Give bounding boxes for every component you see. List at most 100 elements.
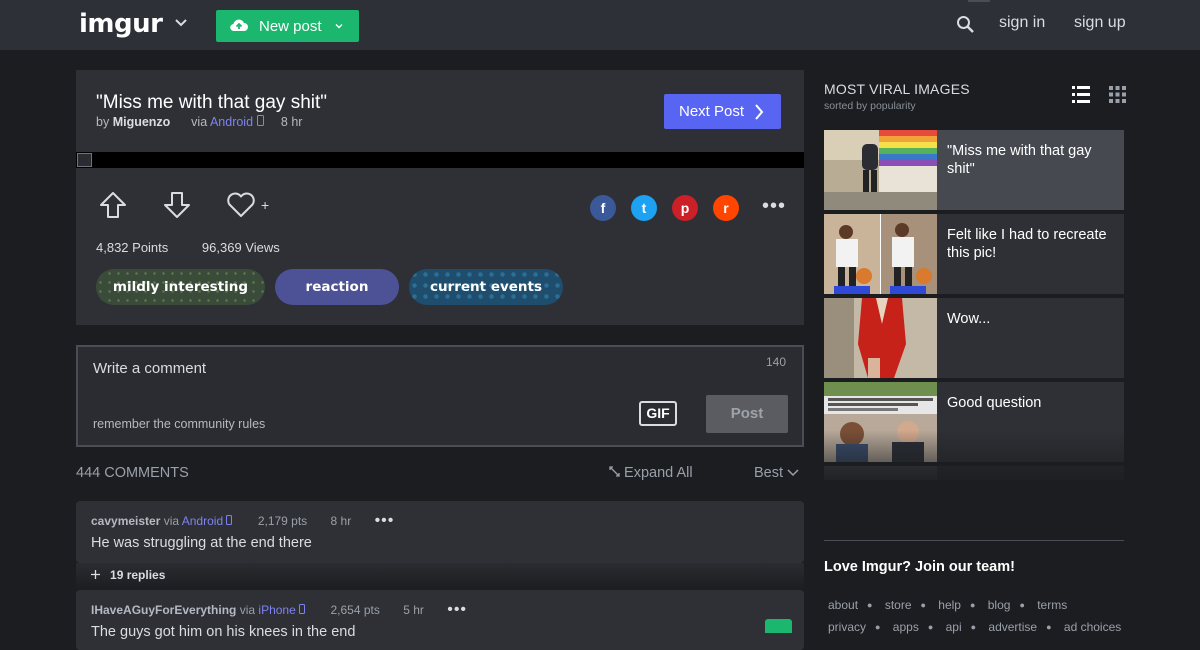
new-post-label: New post — [259, 18, 322, 35]
sign-in-link[interactable]: sign in — [999, 14, 1045, 32]
post-meta: by Miguenzo via Android 8 hr — [96, 115, 302, 129]
comment-input[interactable]: Write a comment — [93, 360, 206, 377]
more-options-icon[interactable]: ••• — [762, 196, 786, 216]
comment-author[interactable]: IHaveAGuyForEverything — [91, 603, 236, 617]
footer-link-api[interactable]: api — [946, 620, 962, 634]
footer-link-about[interactable]: about — [828, 598, 858, 612]
replies-bar — [76, 563, 804, 590]
post-stats: 4,832 Points 96,369 Views — [96, 240, 280, 255]
comment-age: 5 hr — [403, 603, 424, 617]
post-media[interactable] — [76, 152, 804, 168]
sidebar-divider — [824, 540, 1124, 541]
viral-item-title: Good question — [947, 395, 1042, 411]
plus-icon — [91, 570, 100, 579]
comment-item: cavymeister via Android 2,179 pts 8 hr •… — [76, 501, 804, 563]
footer-link-terms[interactable]: terms — [1037, 598, 1067, 612]
comment-platform[interactable]: iPhone — [258, 603, 295, 617]
post-comment-button[interactable]: Post — [706, 395, 788, 433]
comment-header: cavymeister via Android 2,179 pts 8 hr •… — [91, 512, 394, 530]
post-author[interactable]: Miguenzo — [113, 115, 171, 129]
cloud-upload-icon — [230, 19, 248, 32]
comment-text: The guys got him on his knees in the end — [91, 624, 356, 640]
chevron-right-icon — [755, 104, 764, 120]
tag-current-events[interactable]: current events — [409, 269, 563, 305]
twitter-share-icon[interactable]: t — [631, 195, 657, 221]
footer-link-help[interactable]: help — [938, 598, 961, 612]
chevron-down-icon — [787, 469, 799, 477]
expand-icon — [609, 466, 620, 477]
grid-view-icon[interactable] — [1109, 86, 1126, 103]
comment-options-icon[interactable]: ••• — [375, 512, 395, 529]
list-fade — [824, 430, 1124, 490]
replies-count: 19 replies — [110, 568, 166, 582]
reddit-share-icon[interactable]: r — [713, 195, 739, 221]
phone-icon — [256, 115, 264, 126]
gif-button[interactable]: GIF — [639, 401, 677, 426]
new-post-button[interactable]: New post — [216, 10, 359, 42]
footer-link-advertise[interactable]: advertise — [988, 620, 1037, 634]
join-team-link[interactable]: Love Imgur? Join our team! — [824, 559, 1015, 575]
tag-mildly-interesting[interactable]: mildly interesting — [96, 269, 265, 305]
post-card: "Miss me with that gay shit" by Miguenzo… — [76, 70, 804, 325]
viral-item[interactable]: "Miss me with that gay shit" — [824, 130, 1124, 210]
pinterest-share-icon[interactable]: p — [672, 195, 698, 221]
sidebar-subtitle: sorted by popularity — [824, 100, 916, 112]
footer-link-apps[interactable]: apps — [893, 620, 919, 634]
next-post-button[interactable]: Next Post — [664, 94, 781, 129]
sidebar-title: MOST VIRAL IMAGES — [824, 81, 970, 97]
views-count: 96,369 Views — [201, 240, 280, 255]
comment-points: 2,179 pts — [257, 514, 308, 528]
by-prefix: by — [96, 115, 110, 129]
footer-link-blog[interactable]: blog — [988, 598, 1011, 612]
footer-link-store[interactable]: store — [885, 598, 912, 612]
broken-image-icon — [77, 153, 92, 167]
comment-header: IHaveAGuyForEverything via iPhone 2,654 … — [91, 601, 467, 619]
footer-link-ad-choices[interactable]: ad choices — [1064, 620, 1121, 634]
footer-link-privacy[interactable]: privacy — [828, 620, 866, 634]
favorite-plus[interactable]: + — [261, 197, 269, 213]
char-limit: 140 — [765, 355, 786, 369]
via-prefix: via — [191, 115, 208, 129]
downvote-icon[interactable] — [162, 190, 192, 220]
top-navigation-bar: imgur New post sign in sign up — [0, 0, 1200, 50]
comment-options-icon[interactable]: ••• — [447, 601, 467, 618]
comment-platform[interactable]: Android — [182, 514, 223, 528]
expand-all-button[interactable]: Expand All — [609, 465, 693, 481]
post-age: 8 hr — [280, 115, 303, 129]
chevron-down-icon[interactable] — [173, 15, 189, 31]
heart-icon[interactable] — [226, 192, 256, 218]
sign-up-link[interactable]: sign up — [1074, 14, 1126, 32]
comment-author[interactable]: cavymeister — [91, 514, 160, 528]
sort-label: Best — [754, 465, 784, 481]
viral-item-title: "Miss me with that gay shit" — [947, 143, 1092, 177]
viral-item[interactable]: Felt like I had to recreate this pic! — [824, 214, 1124, 294]
phone-icon — [226, 515, 233, 525]
viral-item[interactable]: Wow... — [824, 298, 1124, 378]
viral-item-title: Felt like I had to recreate this pic! — [947, 227, 1107, 261]
facebook-share-icon[interactable]: f — [590, 195, 616, 221]
footer-links: about ● store ● help ● blog ● terms — [828, 598, 1068, 612]
top-indicator — [968, 0, 990, 2]
upvote-icon[interactable] — [98, 190, 128, 220]
comment-points: 2,654 pts — [330, 603, 380, 617]
imgur-logo[interactable]: imgur — [79, 9, 163, 39]
via-prefix: via — [239, 603, 256, 617]
post-title: "Miss me with that gay shit" — [96, 92, 328, 113]
expand-replies-button[interactable]: 19 replies — [91, 568, 165, 582]
community-rules-link[interactable]: remember the community rules — [93, 417, 265, 431]
search-icon[interactable] — [956, 15, 975, 34]
viral-thumbnail — [824, 298, 937, 378]
tag-reaction[interactable]: reaction — [275, 269, 399, 305]
comments-count: 444 COMMENTS — [76, 465, 189, 481]
chevron-down-icon — [335, 24, 343, 29]
op-badge — [765, 619, 792, 633]
comment-item: IHaveAGuyForEverything via iPhone 2,654 … — [76, 590, 804, 650]
list-view-icon[interactable] — [1072, 86, 1090, 103]
via-prefix: via — [163, 514, 180, 528]
footer-links: privacy ● apps ● api ● advertise ● ad choice… — [828, 620, 1122, 634]
via-platform[interactable]: Android — [210, 115, 253, 129]
viral-item-title: Wow... — [947, 311, 991, 327]
viral-thumbnail — [824, 130, 937, 210]
comment-form: Write a comment 140 remember the communi… — [76, 345, 804, 447]
sort-dropdown[interactable]: Best — [754, 465, 799, 481]
